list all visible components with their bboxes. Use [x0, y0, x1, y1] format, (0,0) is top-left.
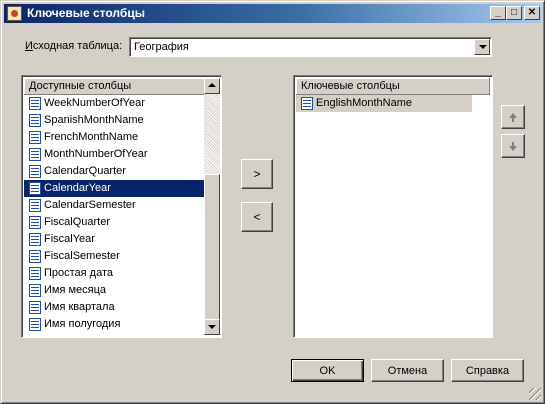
arrow-down-icon [509, 141, 517, 151]
list-item-label: Имя полугодия [44, 318, 121, 330]
column-icon [29, 250, 41, 263]
list-item-label: FrenchMonthName [44, 131, 139, 143]
cancel-button[interactable]: Отмена [371, 359, 444, 382]
remove-column-button[interactable]: < [241, 202, 273, 232]
column-icon [29, 233, 41, 246]
title-bar[interactable]: Ключевые столбцы _ □ ✕ [4, 4, 541, 23]
column-icon [29, 267, 41, 280]
help-button[interactable]: Справка [451, 359, 524, 382]
dialog-title: Ключевые столбцы [27, 6, 145, 20]
scroll-up-icon[interactable] [204, 78, 220, 94]
list-item[interactable]: FiscalYear [24, 231, 204, 248]
source-table-label-text: сходная таблица: [32, 40, 123, 52]
arrow-up-icon [509, 112, 517, 122]
list-item-label: CalendarSemester [44, 199, 136, 211]
resize-grip-icon[interactable] [529, 388, 541, 400]
list-item-label: CalendarYear [44, 182, 111, 194]
list-item-label: Имя месяца [44, 284, 107, 296]
list-item-label: FiscalSemester [44, 250, 120, 262]
key-columns-items: EnglishMonthName [296, 95, 472, 112]
move-down-button[interactable] [501, 134, 525, 158]
available-columns-items: WeekNumberOfYear SpanishMonthName French… [24, 95, 204, 333]
close-button[interactable]: ✕ [524, 6, 540, 20]
list-item-label: Простая дата [44, 267, 114, 279]
column-icon [29, 131, 41, 144]
scroll-down-icon[interactable] [204, 319, 220, 335]
list-item-label: SpanishMonthName [44, 114, 144, 126]
list-item[interactable]: Имя месяца [24, 282, 204, 299]
key-columns-header[interactable]: Ключевые столбцы [296, 78, 490, 95]
column-icon [29, 216, 41, 229]
column-icon [29, 97, 41, 110]
column-icon [29, 114, 41, 127]
source-table-dropdown[interactable]: География [129, 37, 492, 57]
available-columns-scrollbar[interactable] [204, 78, 220, 335]
available-columns-header[interactable]: Доступные столбцы [24, 78, 205, 95]
list-item-label: FiscalYear [44, 233, 95, 245]
column-icon [29, 301, 41, 314]
column-icon [29, 148, 41, 161]
list-item[interactable]: SpanishMonthName [24, 112, 204, 129]
key-columns-list[interactable]: Ключевые столбцы EnglishMonthName [293, 75, 493, 338]
column-icon [29, 165, 41, 178]
scroll-thumb[interactable] [204, 174, 220, 320]
list-item[interactable]: MonthNumberOfYear [24, 146, 204, 163]
column-icon [29, 318, 41, 331]
list-item[interactable]: FiscalQuarter [24, 214, 204, 231]
dialog-app-icon [7, 6, 22, 21]
list-item[interactable]: FiscalSemester [24, 248, 204, 265]
list-item-selected[interactable]: CalendarYear [24, 180, 204, 197]
list-item-label: WeekNumberOfYear [44, 97, 145, 109]
list-item[interactable]: CalendarSemester [24, 197, 204, 214]
source-table-label: Исходная таблица: [25, 40, 122, 52]
move-up-button[interactable] [501, 105, 525, 129]
key-columns-dialog: Ключевые столбцы _ □ ✕ Исходная таблица:… [0, 0, 545, 404]
list-item-label: MonthNumberOfYear [44, 148, 148, 160]
list-item-label: EnglishMonthName [316, 97, 412, 109]
column-icon [301, 97, 313, 110]
list-item[interactable]: CalendarQuarter [24, 163, 204, 180]
chevron-down-icon[interactable] [474, 39, 490, 55]
list-item[interactable]: EnglishMonthName [296, 95, 472, 112]
list-item[interactable]: Простая дата [24, 265, 204, 282]
add-column-button[interactable]: > [241, 159, 273, 189]
list-item[interactable]: FrenchMonthName [24, 129, 204, 146]
list-item[interactable]: Имя полугодия [24, 316, 204, 333]
ok-button[interactable]: OK [291, 359, 364, 382]
list-item[interactable]: Имя квартала [24, 299, 204, 316]
source-table-value: География [134, 41, 189, 53]
list-item-label: CalendarQuarter [44, 165, 126, 177]
list-item-label: FiscalQuarter [44, 216, 111, 228]
column-icon [29, 199, 41, 212]
maximize-button[interactable]: □ [506, 6, 522, 20]
available-columns-list[interactable]: Доступные столбцы WeekNumberOfYear Spani… [21, 75, 222, 338]
column-icon [29, 284, 41, 297]
list-item-label: Имя квартала [44, 301, 115, 313]
column-icon [29, 182, 41, 195]
minimize-button[interactable]: _ [490, 6, 506, 20]
source-table-label-mnemonic: И [25, 40, 33, 52]
list-item[interactable]: WeekNumberOfYear [24, 95, 204, 112]
